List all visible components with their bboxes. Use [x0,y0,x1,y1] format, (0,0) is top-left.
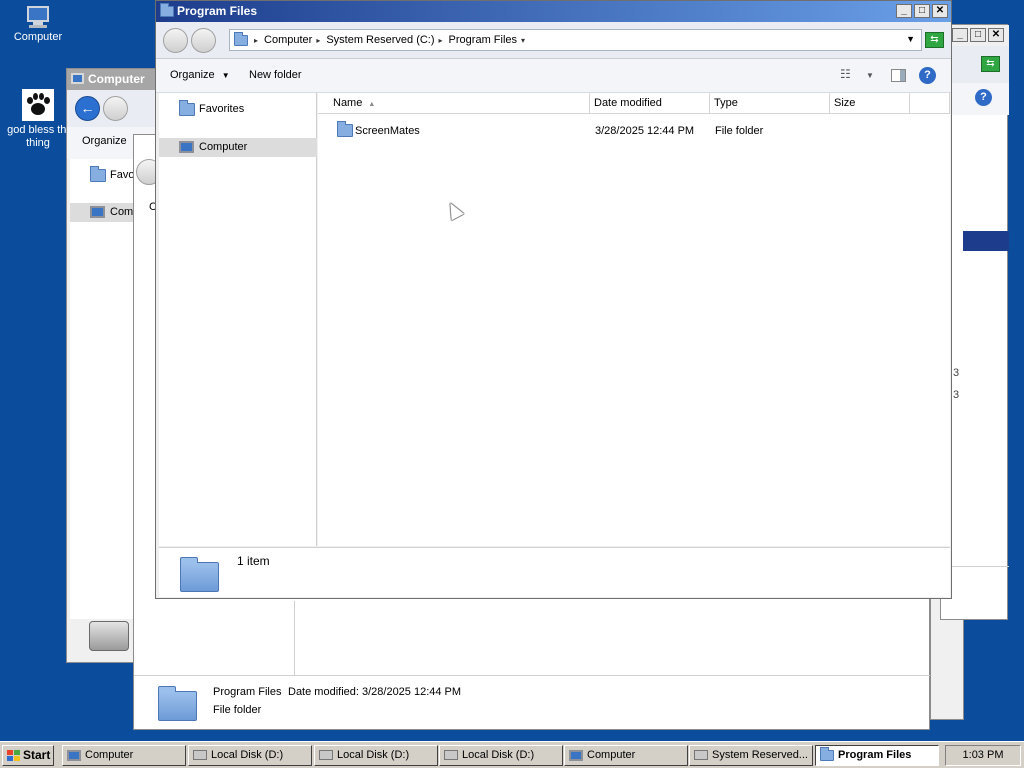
chevron-down-icon: ▼ [221,71,230,80]
taskbar-button-computer[interactable]: Computer [62,745,186,766]
minimize-button[interactable]: _ [952,28,968,42]
item-count: 1 item [237,554,270,568]
computer-icon [179,141,194,153]
taskbar: Start Computer Local Disk (D:) Local Dis… [0,741,1024,768]
organize-menu[interactable]: Organize ▼ [170,69,230,81]
drive-icon [444,750,458,760]
sort-ascending-icon: ▲ [368,101,376,108]
file-date-modified: 3/28/2025 12:44 PM [595,125,695,137]
system-clock[interactable]: 1:03 PM [945,745,1021,766]
help-icon[interactable]: ? [975,89,992,106]
drive-icon [193,750,207,760]
drive-icon [89,621,129,651]
computer-icon [67,750,81,761]
column-header-date-modified[interactable]: Date modified [590,93,710,114]
computer-icon [71,73,84,84]
organize-menu[interactable]: Organize [82,135,127,147]
forward-button[interactable] [191,28,216,53]
desktop-icon-god-bless[interactable]: god bless thi thing [2,89,74,150]
details-type: File folder [213,704,262,716]
help-icon[interactable]: ? [919,67,936,84]
back-button[interactable] [163,28,188,53]
taskbar-button-local-disk-2[interactable]: Local Disk (D:) [314,745,438,766]
drive-icon [319,750,333,760]
back-button[interactable]: ← [75,96,100,121]
view-options-icon[interactable]: ☷ [840,67,851,81]
taskbar-button-system-reserved[interactable]: System Reserved... [689,745,813,766]
column-header-type[interactable]: Type [710,93,830,114]
column-header-name[interactable]: Name ▲ [318,93,590,114]
forward-button[interactable] [103,96,128,121]
taskbar-button-computer-2[interactable]: Computer [564,745,688,766]
taskbar-button-local-disk-1[interactable]: Local Disk (D:) [188,745,312,766]
folder-icon [158,686,197,721]
desktop-icon-computer[interactable]: Computer [2,6,74,44]
folder-icon [234,31,248,46]
breadcrumb-program-files[interactable]: Program Files [449,34,517,46]
drive-icon [694,750,708,760]
taskbar-button-program-files[interactable]: Program Files [815,745,939,766]
preview-pane-icon[interactable] [891,69,906,82]
computer-icon [569,750,583,761]
folder-icon [160,3,174,17]
nav-favorites[interactable]: Favo [110,169,134,181]
file-name: ScreenMates [355,125,420,137]
address-bar[interactable]: ▸ Computer ▸ System Reserved (C:) ▸ Prog… [229,29,922,51]
paw-icon [22,89,54,121]
folder-icon [820,747,834,761]
nav-computer[interactable]: Com [110,206,133,218]
minimize-button[interactable]: _ [896,4,912,18]
address-bar-row: ▸ Computer ▸ System Reserved (C:) ▸ Prog… [156,22,951,59]
breadcrumb-dropdown-icon[interactable]: ▾ [521,36,525,45]
computer-icon [90,206,105,218]
maximize-button[interactable]: □ [914,4,930,18]
nav-computer-label: Computer [199,141,248,153]
breadcrumb-separator-icon[interactable]: ▸ [439,36,443,45]
folder-icon [180,557,219,592]
breadcrumb-separator-icon[interactable]: ▸ [254,36,258,45]
details-date: Date modified: 3/28/2025 12:44 PM [288,686,462,698]
nav-favorites-label: Favorites [199,103,245,115]
navigation-pane: Favorites Computer [159,93,317,546]
close-button[interactable]: ✕ [932,4,948,18]
details-name: Program Files [213,686,282,698]
breadcrumb-computer[interactable]: Computer [264,34,312,46]
file-list: Name ▲ Date modified Type Size ScreenMate… [318,93,950,546]
close-button[interactable]: ✕ [988,28,1004,42]
breadcrumb-system-reserved[interactable]: System Reserved (C:) [326,34,434,46]
window-titlebar[interactable]: Program Files _ □ ✕ [156,1,951,22]
desktop-icon-label-line1: god bless thi [7,124,69,136]
details-pane: 1 item [159,547,950,597]
window-program-files[interactable]: Program Files _ □ ✕ ▸ Computer ▸ System … [155,0,952,599]
computer-icon [25,6,51,28]
refresh-icon[interactable]: ⇆ [925,32,944,48]
folder-icon [90,166,106,182]
text-fragment: 3 [953,367,960,379]
address-history-dropdown-icon[interactable]: ▼ [906,34,915,44]
folder-icon [179,100,195,116]
taskbar-button-local-disk-3[interactable]: Local Disk (D:) [439,745,563,766]
chevron-down-icon[interactable]: ▼ [866,71,874,80]
column-header-size[interactable]: Size [830,93,910,114]
folder-icon [337,121,353,137]
refresh-icon[interactable]: ⇆ [981,56,1000,72]
file-row[interactable]: ScreenMates 3/28/2025 12:44 PM File fold… [318,121,950,140]
desktop-icon-label-line2: thing [26,137,50,149]
file-type: File folder [715,125,764,137]
windows-flag-icon [7,750,20,761]
new-folder-button[interactable]: New folder [249,69,302,81]
column-header-filler [910,93,950,114]
window-title: Computer [88,72,145,86]
nav-computer[interactable]: Computer [159,138,317,157]
breadcrumb-separator-icon[interactable]: ▸ [316,36,320,45]
maximize-button[interactable]: □ [970,28,986,42]
command-bar: Organize ▼ New folder ☷ ▼ ? [156,59,951,93]
nav-favorites[interactable]: Favorites [159,100,317,119]
window-title: Program Files [177,4,258,18]
start-button[interactable]: Start [2,745,54,766]
text-fragment: 3 [953,389,960,401]
desktop-icon-label: Computer [13,31,63,43]
